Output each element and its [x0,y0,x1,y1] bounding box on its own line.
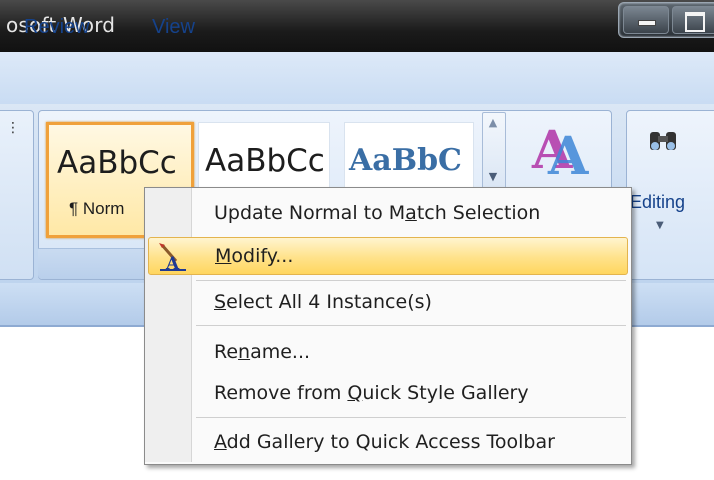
menu-separator [196,280,626,281]
menu-item-modify[interactable]: Modify... [148,237,628,275]
editing-button-label[interactable]: Editing [630,192,685,213]
scroll-up-icon[interactable]: ▲ [482,116,504,129]
change-styles-icon[interactable]: A A [528,112,598,182]
menu-separator [196,417,626,418]
group-dialog-launcher-icon[interactable]: ⋮ [6,120,20,136]
binoculars-icon[interactable] [646,124,680,158]
minimize-button[interactable] [623,6,669,34]
menu-item-label: Update Normal to Match Selection [214,202,541,224]
window-controls [618,2,714,38]
chevron-down-icon[interactable]: ▼ [656,220,664,231]
menu-item-add-gallery-to-qat[interactable]: Add Gallery to Quick Access Toolbar [148,423,626,461]
menu-item-label: Select All 4 Instance(s) [214,291,432,313]
menu-item-label: Remove from Quick Style Gallery [214,382,529,404]
tab-view[interactable]: View [152,16,195,39]
scroll-down-icon[interactable]: ▼ [482,170,504,183]
style-sample: AaBbCc [57,145,177,181]
ribbon-tab-row [0,52,714,105]
menu-item-select-all[interactable]: Select All 4 Instance(s) [148,283,626,321]
svg-text:A: A [547,126,589,182]
style-sample: AaBbCc [205,143,325,179]
menu-item-label: Modify... [215,245,294,267]
menu-item-update-normal[interactable]: Update Normal to Match Selection [148,194,626,232]
maximize-button[interactable] [672,6,714,34]
style-caption: ¶ Norm [69,199,125,218]
menu-item-label: Add Gallery to Quick Access Toolbar [214,431,555,453]
menu-item-remove-from-gallery[interactable]: Remove from Quick Style Gallery [148,374,626,412]
menu-item-rename[interactable]: Rename... [148,333,626,371]
tab-review[interactable]: Review [24,16,90,39]
menu-separator [196,325,626,326]
menu-item-label: Rename... [214,341,311,363]
modify-style-icon: A [159,243,186,273]
style-sample: AaBbC [349,143,462,178]
